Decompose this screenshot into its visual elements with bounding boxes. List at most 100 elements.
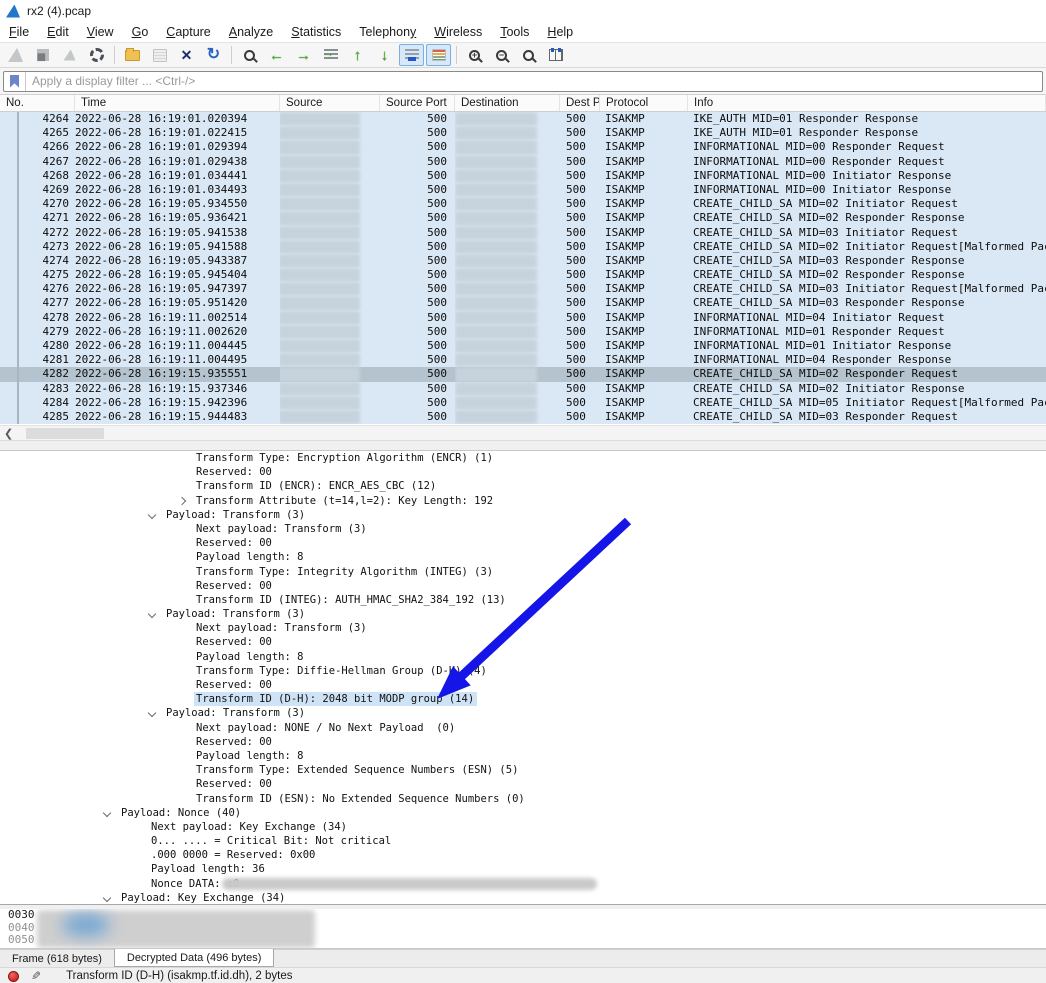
detail-tree-line[interactable]: 0... .... = Critical Bit: Not critical <box>0 834 1046 848</box>
close-file-button[interactable]: ✕ <box>174 44 199 66</box>
packet-row[interactable]: 42732022-06-28 16:19:05.941588500500ISAK… <box>0 240 1046 254</box>
save-file-button[interactable] <box>147 44 172 66</box>
detail-tree-line[interactable]: Transform Attribute (t=14,l=2): Key Leng… <box>0 494 1046 508</box>
detail-tree-line[interactable]: Transform ID (D-H): 2048 bit MODP group … <box>0 692 1046 706</box>
previous-packet-button[interactable]: ← <box>264 44 289 66</box>
packet-row[interactable]: 42802022-06-28 16:19:11.004445500500ISAK… <box>0 339 1046 353</box>
expert-info-icon[interactable] <box>8 971 19 982</box>
menu-item-file[interactable]: File <box>0 23 38 41</box>
chevron-down-icon[interactable] <box>148 511 156 519</box>
detail-tree-line[interactable]: Reserved: 00 <box>0 635 1046 649</box>
colorize-button[interactable] <box>426 44 451 66</box>
column-header-time[interactable]: Time <box>75 95 280 111</box>
menu-item-capture[interactable]: Capture <box>157 23 219 41</box>
goto-packet-button[interactable] <box>318 44 343 66</box>
reload-file-button[interactable]: ↻ <box>201 44 226 66</box>
detail-tree-line[interactable]: Reserved: 00 <box>0 777 1046 791</box>
menu-item-tools[interactable]: Tools <box>491 23 538 41</box>
packet-row[interactable]: 42722022-06-28 16:19:05.941538500500ISAK… <box>0 226 1046 240</box>
packet-row[interactable]: 42682022-06-28 16:19:01.034441500500ISAK… <box>0 169 1046 183</box>
zoom-in-button[interactable]: + <box>462 44 487 66</box>
detail-tree-line[interactable]: Reserved: 00 <box>0 678 1046 692</box>
scrollbar-thumb[interactable] <box>26 428 104 439</box>
zoom-out-button[interactable]: − <box>489 44 514 66</box>
menu-item-go[interactable]: Go <box>123 23 158 41</box>
filter-bookmark-button[interactable] <box>4 72 26 91</box>
packet-row[interactable]: 42842022-06-28 16:19:15.942396500500ISAK… <box>0 396 1046 410</box>
detail-tree-line[interactable]: Transform Type: Diffie-Hellman Group (D-… <box>0 664 1046 678</box>
menu-item-help[interactable]: Help <box>538 23 582 41</box>
menu-item-wireless[interactable]: Wireless <box>425 23 491 41</box>
find-packet-button[interactable] <box>237 44 262 66</box>
open-file-button[interactable] <box>120 44 145 66</box>
detail-tree-line[interactable]: Transform Type: Integrity Algorithm (INT… <box>0 565 1046 579</box>
menu-item-edit[interactable]: Edit <box>38 23 78 41</box>
column-header-source-port[interactable]: Source Port <box>380 95 455 111</box>
detail-tree-line[interactable]: Transform Type: Encryption Algorithm (EN… <box>0 451 1046 465</box>
horizontal-scrollbar[interactable]: ❮ <box>0 425 1046 440</box>
packet-row[interactable]: 42822022-06-28 16:19:15.935551500500ISAK… <box>0 367 1046 381</box>
packet-row[interactable]: 42752022-06-28 16:19:05.945404500500ISAK… <box>0 268 1046 282</box>
capture-comment-icon[interactable]: ✎ <box>31 969 41 983</box>
detail-tree-line[interactable]: Transform ID (INTEG): AUTH_HMAC_SHA2_384… <box>0 593 1046 607</box>
packet-row[interactable]: 42652022-06-28 16:19:01.022415500500ISAK… <box>0 126 1046 140</box>
detail-tree-line[interactable]: Payload length: 8 <box>0 650 1046 664</box>
detail-tree-line[interactable]: Next payload: NONE / No Next Payload (0) <box>0 721 1046 735</box>
capture-options-button[interactable] <box>84 44 109 66</box>
detail-tree-line[interactable]: Payload length: 36 <box>0 862 1046 876</box>
packet-row[interactable]: 42672022-06-28 16:19:01.029438500500ISAK… <box>0 155 1046 169</box>
detail-tree-line[interactable]: Transform ID (ESN): No Extended Sequence… <box>0 792 1046 806</box>
column-header-no-[interactable]: No. <box>0 95 75 111</box>
chevron-down-icon[interactable] <box>103 808 111 816</box>
column-header-source[interactable]: Source <box>280 95 380 111</box>
detail-tree-line[interactable]: Transform Type: Extended Sequence Number… <box>0 763 1046 777</box>
detail-tree-line[interactable]: Transform ID (ENCR): ENCR_AES_CBC (12) <box>0 479 1046 493</box>
packet-row[interactable]: 42852022-06-28 16:19:15.944483500500ISAK… <box>0 410 1046 424</box>
menu-item-analyze[interactable]: Analyze <box>220 23 282 41</box>
column-header-dest-port[interactable]: Dest Port <box>560 95 600 111</box>
detail-tree-line[interactable]: Reserved: 00 <box>0 536 1046 550</box>
stop-capture-button[interactable]: ■ <box>30 44 55 66</box>
packet-row[interactable]: 42772022-06-28 16:19:05.951420500500ISAK… <box>0 296 1046 310</box>
last-packet-button[interactable]: ↓ <box>372 44 397 66</box>
column-header-destination[interactable]: Destination <box>455 95 560 111</box>
chevron-right-icon[interactable] <box>178 497 186 505</box>
resize-columns-button[interactable] <box>543 44 568 66</box>
detail-tree-line[interactable]: Reserved: 00 <box>0 735 1046 749</box>
detail-tree-line[interactable]: Next payload: Transform (3) <box>0 522 1046 536</box>
pane-splitter[interactable] <box>0 440 1046 450</box>
scroll-left-icon[interactable]: ❮ <box>4 427 13 440</box>
detail-tree-line[interactable]: .000 0000 = Reserved: 0x00 <box>0 848 1046 862</box>
detail-tree-line[interactable]: Payload: Nonce (40) <box>0 806 1046 820</box>
menu-item-statistics[interactable]: Statistics <box>282 23 350 41</box>
packet-row[interactable]: 42812022-06-28 16:19:11.004495500500ISAK… <box>0 353 1046 367</box>
first-packet-button[interactable]: ↑ <box>345 44 370 66</box>
chevron-down-icon[interactable] <box>148 610 156 618</box>
detail-tree-line[interactable]: Next payload: Key Exchange (34) <box>0 820 1046 834</box>
detail-tree-line[interactable]: Nonce DATA: c0 <box>0 877 1046 891</box>
packet-row[interactable]: 42792022-06-28 16:19:11.002620500500ISAK… <box>0 325 1046 339</box>
packet-row[interactable]: 42742022-06-28 16:19:05.943387500500ISAK… <box>0 254 1046 268</box>
start-capture-button[interactable] <box>3 44 28 66</box>
packet-row[interactable]: 42662022-06-28 16:19:01.029394500500ISAK… <box>0 140 1046 154</box>
packet-row[interactable]: 42832022-06-28 16:19:15.937346500500ISAK… <box>0 382 1046 396</box>
detail-tree-line[interactable]: Payload: Transform (3) <box>0 706 1046 720</box>
detail-tree-line[interactable]: Payload: Transform (3) <box>0 607 1046 621</box>
menu-item-telephony[interactable]: Telephony <box>350 23 425 41</box>
next-packet-button[interactable]: → <box>291 44 316 66</box>
detail-tree-line[interactable]: Reserved: 00 <box>0 465 1046 479</box>
detail-tree-line[interactable]: Payload length: 8 <box>0 550 1046 564</box>
tab-decrypted[interactable]: Decrypted Data (496 bytes) <box>114 949 275 967</box>
detail-tree-line[interactable]: Reserved: 00 <box>0 579 1046 593</box>
packet-row[interactable]: 42692022-06-28 16:19:01.034493500500ISAK… <box>0 183 1046 197</box>
display-filter-input[interactable]: Apply a display filter ... <Ctrl-/> <box>3 71 1043 92</box>
chevron-down-icon[interactable] <box>103 894 111 902</box>
restart-capture-button[interactable] <box>57 44 82 66</box>
tab-frame[interactable]: Frame (618 bytes) <box>0 950 114 967</box>
packet-row[interactable]: 42712022-06-28 16:19:05.936421500500ISAK… <box>0 211 1046 225</box>
hex-bytes-pane[interactable]: 003000400050 <box>0 909 1046 949</box>
column-header-protocol[interactable]: Protocol <box>600 95 688 111</box>
packet-row[interactable]: 42702022-06-28 16:19:05.934550500500ISAK… <box>0 197 1046 211</box>
chevron-down-icon[interactable] <box>148 709 156 717</box>
packet-row[interactable]: 42762022-06-28 16:19:05.947397500500ISAK… <box>0 282 1046 296</box>
